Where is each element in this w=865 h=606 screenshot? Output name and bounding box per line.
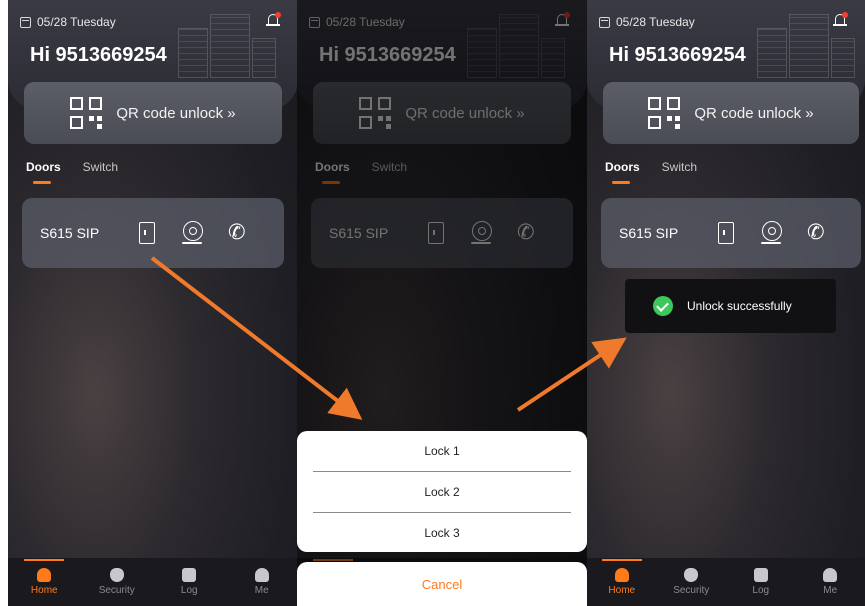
tutorial-composite: 05/28 Tuesday Hi 9513669254 QR code unlo… [0,0,865,606]
nav-home[interactable]: Home [592,559,652,596]
home-icon [614,568,629,582]
unlock-success-toast: Unlock successfully [625,279,836,333]
nav-me[interactable]: Me [232,568,292,596]
shield-icon [109,568,124,582]
phone-screen-home: 05/28 Tuesday Hi 9513669254 QR code unlo… [8,0,298,606]
cancel-button[interactable]: Cancel [297,562,587,606]
call-icon[interactable]: ✆ [228,221,250,245]
tab-switch[interactable]: Switch [83,160,118,174]
user-icon [823,568,838,582]
status-bar: 05/28 Tuesday [599,12,853,32]
door-name: S615 SIP [619,225,679,241]
status-bar: 05/28 Tuesday [20,12,286,32]
door-tabs: Doors Switch [26,160,118,184]
toast-message: Unlock successfully [687,299,792,313]
qr-code-icon [648,97,681,129]
check-circle-icon [653,296,673,316]
door-tabs: Doors Switch [605,160,697,184]
phone-screen-unlocked: 05/28 Tuesday Hi 9513669254 QR code unlo… [587,0,865,606]
tab-doors[interactable]: Doors [605,160,640,184]
nav-home[interactable]: Home [14,559,74,596]
call-icon[interactable]: ✆ [807,221,829,245]
door-card: S615 SIP ✆ [601,198,861,268]
qr-unlock-label: QR code unlock » [694,104,814,122]
bell-icon[interactable] [833,12,848,28]
bottom-nav: Home Security Log Me [587,558,865,606]
lock-1-option[interactable]: Lock 1 [297,431,587,471]
door-card: S615 SIP ✆ [22,198,284,268]
qr-unlock-button[interactable]: QR code unlock » [24,82,282,144]
bottom-nav: Home Security Log Me [8,558,298,606]
bell-icon[interactable] [266,12,281,28]
nav-security[interactable]: Security [661,568,721,596]
door-name: S615 SIP [40,225,100,241]
lock-2-option[interactable]: Lock 2 [297,472,587,512]
lock-3-option[interactable]: Lock 3 [297,513,587,553]
shield-icon [684,568,699,582]
log-icon [182,568,197,582]
qr-code-icon [70,97,103,129]
camera-icon[interactable] [761,221,783,245]
nav-log[interactable]: Log [731,568,791,596]
nav-security[interactable]: Security [87,568,147,596]
greeting-title: Hi 9513669254 [609,44,746,66]
calendar-icon [599,16,610,28]
tab-switch[interactable]: Switch [662,160,697,174]
calendar-icon [20,16,31,28]
date-label: 05/28 Tuesday [37,15,116,29]
date-label: 05/28 Tuesday [616,15,695,29]
greeting-title: Hi 9513669254 [30,44,167,66]
log-icon [753,568,768,582]
door-unlock-icon[interactable] [715,221,737,245]
home-icon [37,568,52,582]
door-unlock-icon[interactable] [136,221,158,245]
nav-me[interactable]: Me [800,568,860,596]
qr-unlock-button[interactable]: QR code unlock » [603,82,859,144]
qr-unlock-label: QR code unlock » [116,104,236,122]
tab-doors[interactable]: Doors [26,160,61,184]
lock-action-sheet: Lock 1 Lock 2 Lock 3 [297,431,587,552]
camera-icon[interactable] [182,221,204,245]
user-icon [254,568,269,582]
phone-screen-lock-select: 05/28 Tuesday Hi 9513669254 QR code unlo… [297,0,587,606]
nav-log[interactable]: Log [159,568,219,596]
